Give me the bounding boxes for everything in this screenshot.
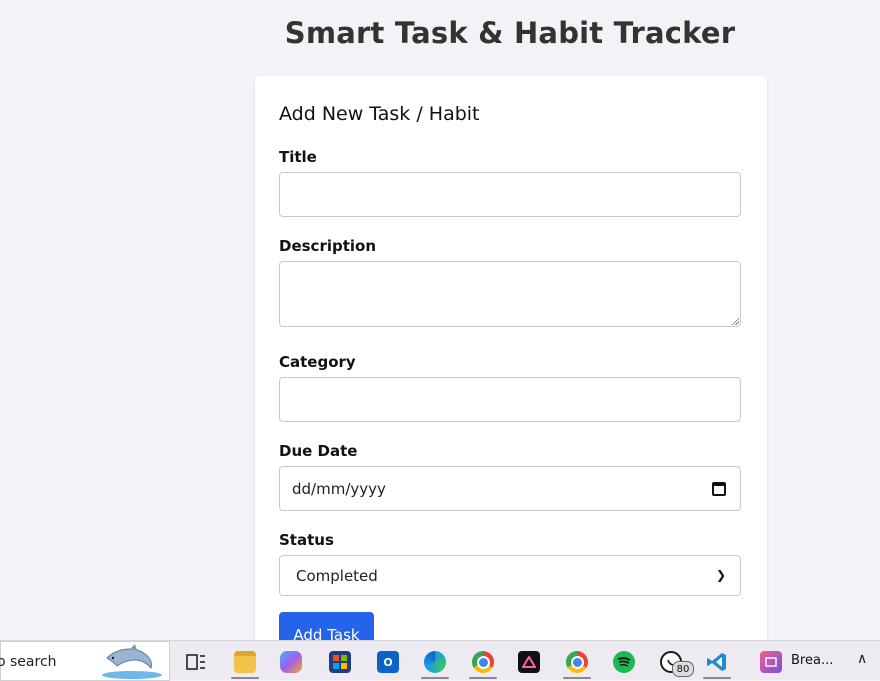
description-wrapper (279, 261, 741, 327)
taskbar-search-box[interactable]: o search (0, 641, 170, 681)
description-textarea[interactable] (279, 261, 741, 327)
status-selected-value: Completed (296, 566, 378, 585)
copilot-icon[interactable] (280, 651, 302, 673)
description-label: Description (279, 237, 377, 255)
running-indicator (469, 677, 497, 679)
running-indicator (421, 677, 449, 679)
vscode-icon[interactable] (706, 651, 728, 673)
active-app-label[interactable]: Brea... (791, 653, 833, 668)
file-explorer-icon[interactable] (234, 651, 256, 673)
spotify-icon[interactable] (613, 651, 635, 673)
category-label: Category (279, 353, 356, 371)
chrome-icon[interactable] (472, 651, 494, 673)
microsoft-store-icon[interactable] (329, 651, 351, 673)
resize-grip-icon[interactable] (731, 317, 739, 325)
show-hidden-icons-icon[interactable]: ∧ (857, 651, 867, 667)
chevron-down-icon: ❯ (715, 568, 726, 582)
edge-icon[interactable] (424, 651, 446, 673)
task-view-icon[interactable] (185, 651, 207, 673)
title-input[interactable] (279, 172, 741, 217)
due-date-input[interactable]: dd/mm/yyyy (279, 466, 741, 511)
title-label: Title (279, 148, 317, 166)
outlook-icon[interactable]: O (377, 651, 399, 673)
due-date-placeholder: dd/mm/yyyy (292, 479, 386, 498)
taskbar: o search O 80 Brea... ∧ (0, 640, 880, 681)
page-title: Smart Task & Habit Tracker (284, 16, 736, 50)
add-task-card: Add New Task / Habit Title Description C… (255, 76, 767, 676)
running-indicator (231, 677, 259, 679)
form-heading: Add New Task / Habit (279, 103, 480, 125)
dolphin-icon (102, 644, 162, 679)
affinity-icon[interactable] (518, 651, 540, 673)
whatsapp-badge: 80 (672, 661, 694, 677)
chrome-profile-icon[interactable] (566, 651, 588, 673)
calendar-icon[interactable] (712, 482, 726, 496)
category-input[interactable] (279, 377, 741, 422)
search-text: o search (0, 654, 57, 670)
status-select[interactable]: Completed ❯ (279, 555, 741, 596)
status-label: Status (279, 531, 334, 549)
app-icon[interactable] (760, 651, 782, 673)
running-indicator (563, 677, 591, 679)
due-date-label: Due Date (279, 442, 358, 460)
running-indicator (703, 677, 731, 679)
